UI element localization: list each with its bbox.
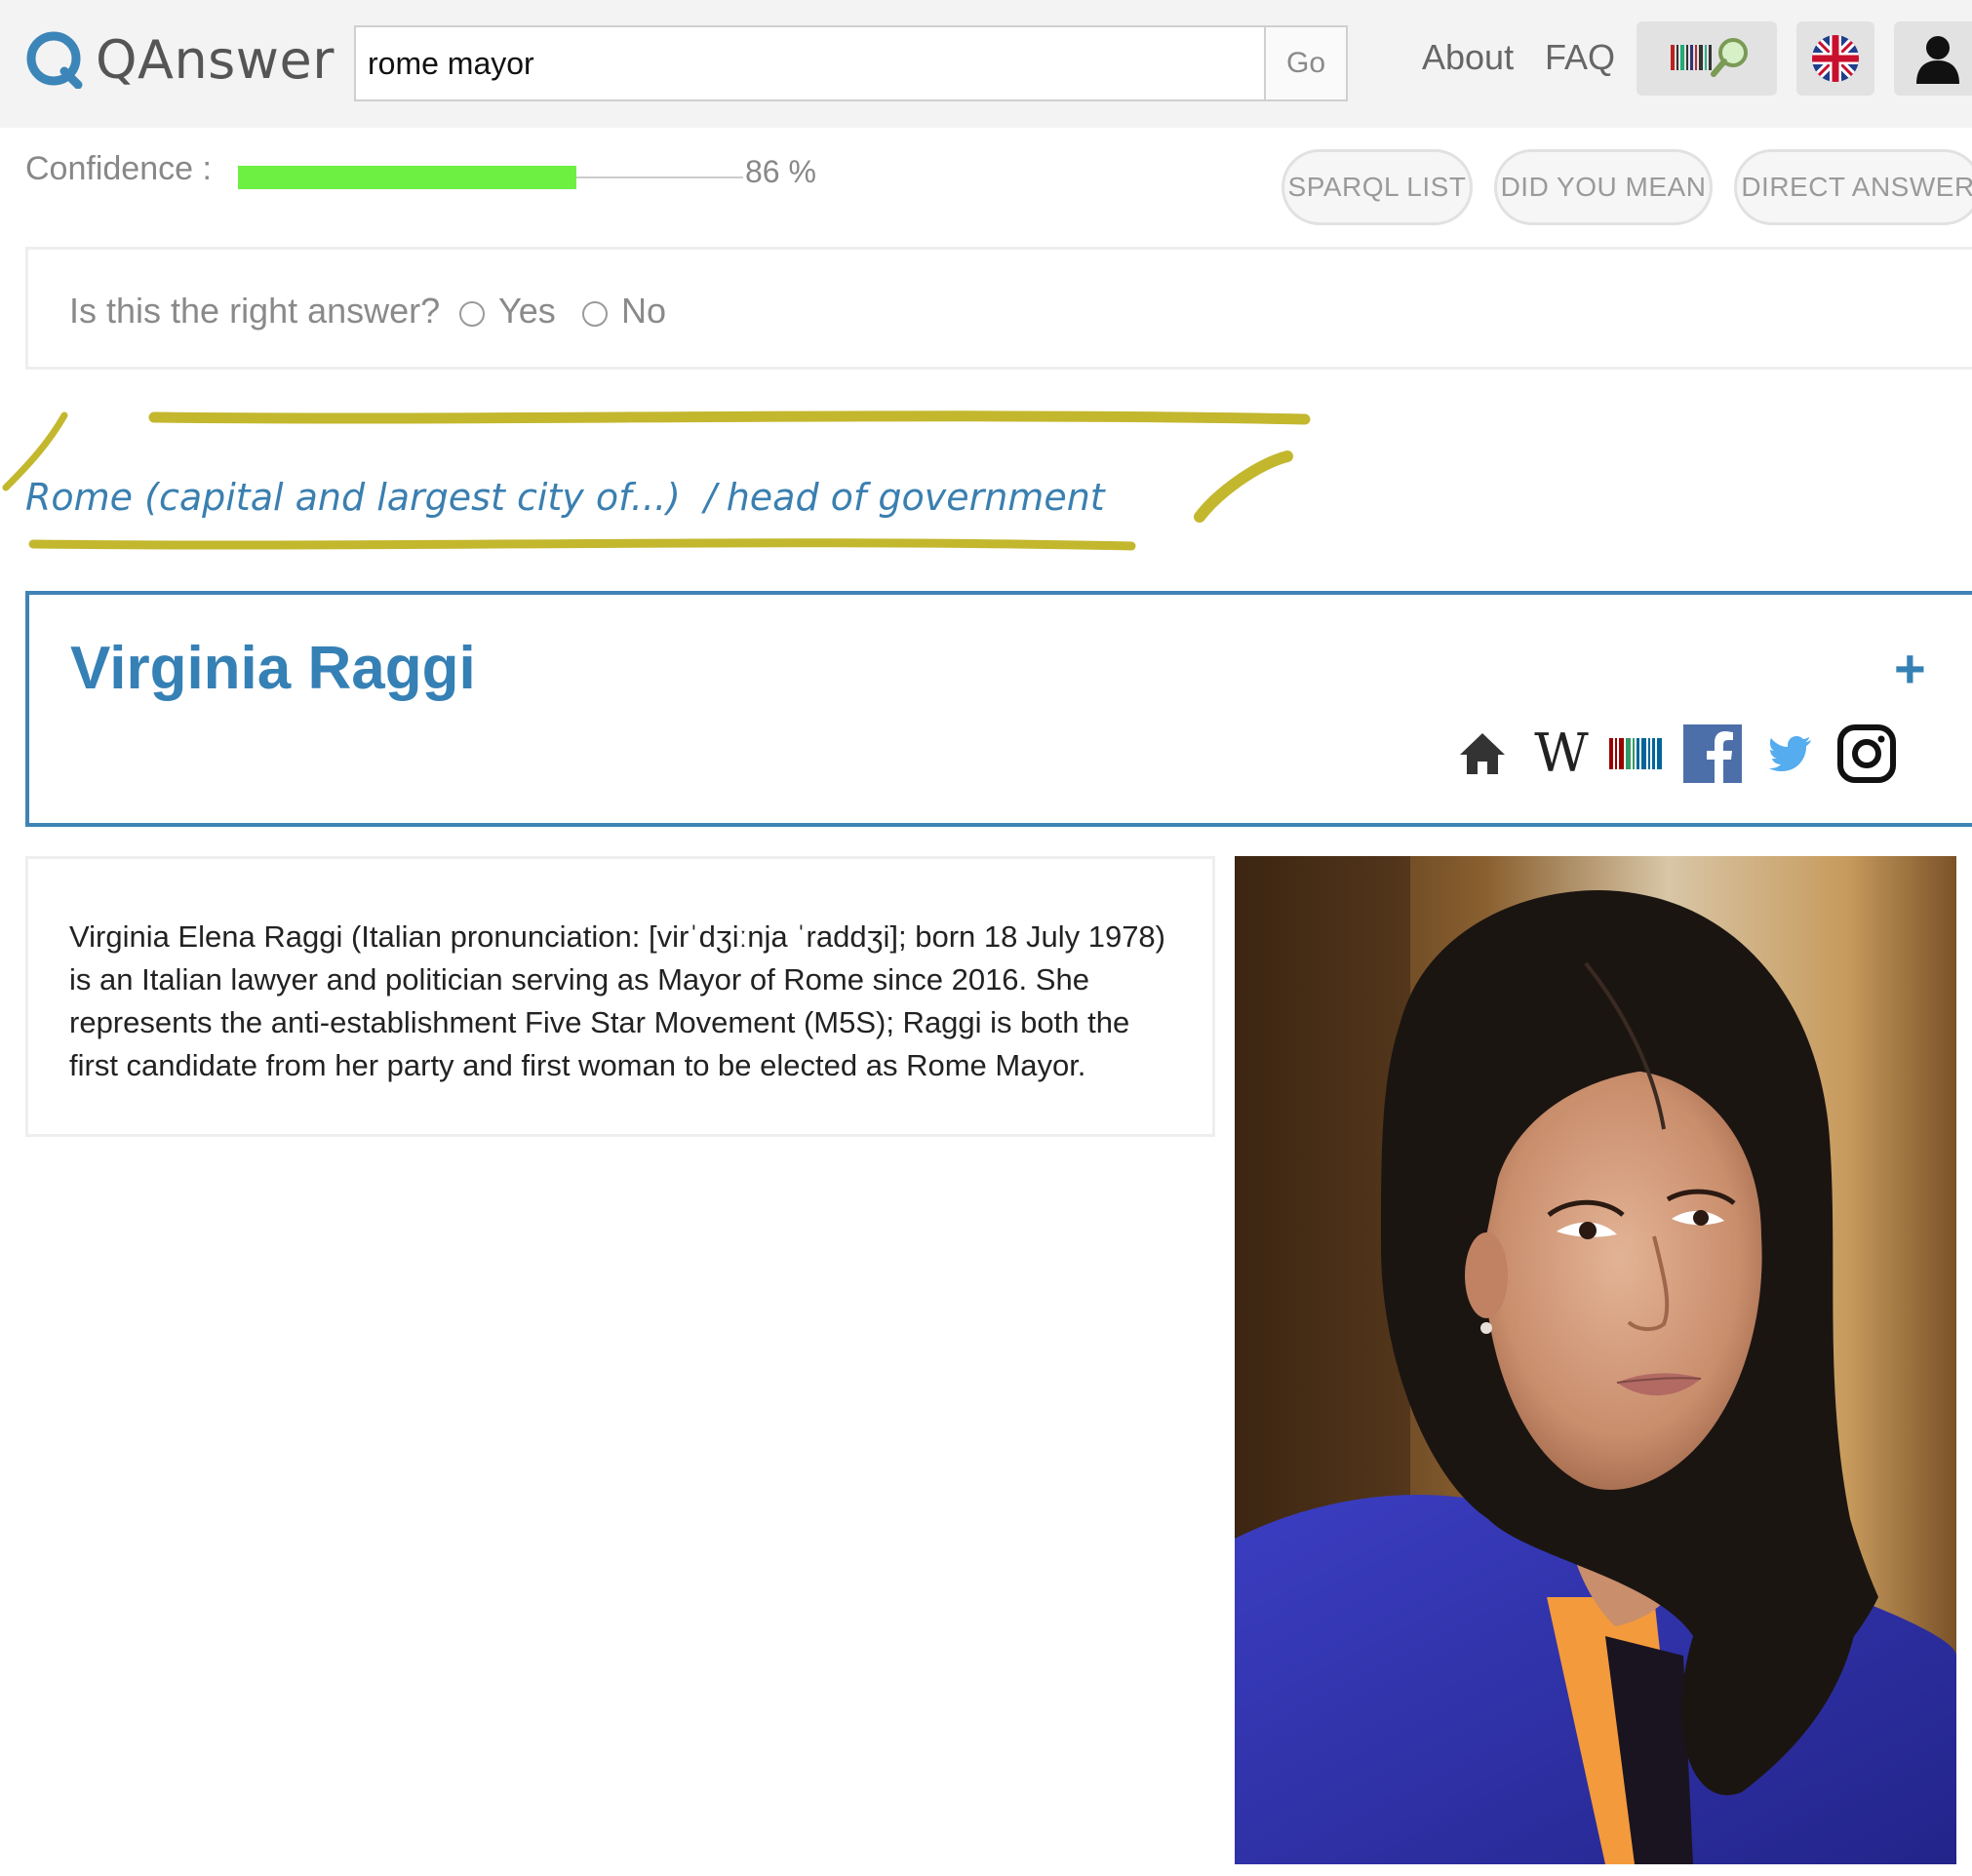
confidence-value: 86 %: [745, 154, 816, 189]
confidence-bar: [238, 166, 743, 189]
about-link[interactable]: About: [1422, 37, 1514, 78]
description-panel: Virginia Elena Raggi (Italian pronunciat…: [25, 856, 1215, 1137]
facebook-icon: [1683, 724, 1742, 783]
logo-q-icon: [25, 30, 84, 90]
yes-radio[interactable]: [459, 301, 485, 327]
barcode-search-icon: [1671, 38, 1748, 77]
sparql-list-button[interactable]: SPARQL LIST: [1282, 149, 1473, 225]
person-photo: [1235, 856, 1956, 1864]
answer-description: Virginia Elena Raggi (Italian pronunciat…: [69, 919, 1165, 1082]
no-radio[interactable]: [582, 301, 608, 327]
user-icon: [1916, 36, 1959, 84]
no-label: No: [621, 291, 667, 331]
confidence-label: Confidence :: [25, 150, 212, 187]
search-input[interactable]: [356, 27, 1264, 99]
language-button[interactable]: [1796, 21, 1874, 96]
breadcrumb-property-link[interactable]: head of government: [727, 476, 1105, 519]
did-you-mean-button[interactable]: DID YOU MEAN: [1494, 149, 1713, 225]
answer-feedback-panel: Is this the right answer? Yes No: [25, 247, 1972, 370]
faq-link[interactable]: FAQ: [1545, 37, 1615, 78]
confidence-bar-fill: [238, 166, 577, 189]
yes-label: Yes: [498, 291, 556, 331]
logo-text: QAnswer: [96, 28, 335, 91]
wikipedia-icon: W: [1534, 723, 1589, 784]
direct-answer-button[interactable]: DIRECT ANSWER: [1734, 149, 1972, 225]
user-button[interactable]: [1894, 21, 1972, 96]
feedback-no-option[interactable]: No: [582, 291, 666, 332]
answer-card: Virginia Raggi + W: [25, 591, 1972, 827]
qanswer-logo[interactable]: QAnswer: [25, 27, 335, 92]
wikipedia-link[interactable]: W: [1527, 723, 1596, 784]
wikidata-icon: [1609, 738, 1662, 769]
home-icon: [1460, 733, 1505, 774]
uk-flag-icon: [1812, 35, 1859, 82]
breadcrumb-entity-link[interactable]: Rome (capital and largest city of...): [25, 476, 681, 519]
breadcrumb-separator: /: [703, 476, 717, 519]
answer-title[interactable]: Virginia Raggi: [70, 634, 476, 703]
feedback-question: Is this the right answer?: [69, 291, 441, 331]
feedback-yes-option[interactable]: Yes: [459, 291, 556, 332]
expand-button[interactable]: +: [1894, 642, 1926, 696]
instagram-link[interactable]: [1835, 723, 1898, 784]
instagram-icon: [1837, 724, 1896, 783]
barcode-search-button[interactable]: [1637, 21, 1777, 96]
wikidata-link[interactable]: [1605, 723, 1668, 784]
answer-breadcrumb: Rome (capital and largest city of...) / he…: [25, 476, 1105, 519]
twitter-link[interactable]: [1759, 723, 1822, 784]
answer-portrait-image: [1235, 856, 1956, 1864]
twitter-icon: [1769, 736, 1811, 771]
home-link[interactable]: [1453, 723, 1512, 784]
go-button[interactable]: Go: [1264, 27, 1346, 99]
facebook-link[interactable]: [1681, 723, 1744, 784]
top-header: QAnswer Go About FAQ: [0, 0, 1972, 128]
search-bar: Go: [354, 25, 1348, 101]
